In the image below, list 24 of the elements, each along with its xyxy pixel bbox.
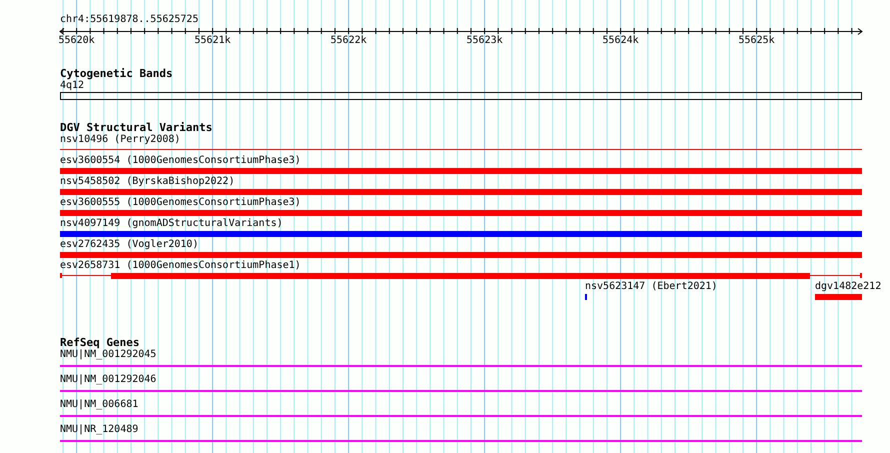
feature-label[interactable]: 4q12: [60, 80, 84, 91]
feature-label[interactable]: esv3600554 (1000GenomesConsortiumPhase3): [60, 155, 301, 166]
feature-label[interactable]: NMU|NM_001292046: [60, 374, 156, 385]
feature-label[interactable]: esv2658731 (1000GenomesConsortiumPhase1): [60, 260, 301, 271]
track-title: RefSeq Genes: [60, 337, 140, 349]
feature-label[interactable]: NMU|NM_006681: [60, 399, 138, 410]
tick-label: 55625k: [738, 35, 775, 47]
feature-label[interactable]: nsv10496 (Perry2008): [60, 134, 180, 145]
tick-label: 55623k: [466, 35, 503, 47]
feature-label[interactable]: nsv5623147 (Ebert2021): [585, 281, 718, 292]
feature-label[interactable]: dgv1482e212: [815, 281, 882, 292]
tick-label: 55620k: [58, 35, 95, 47]
feature-label[interactable]: NMU|NM_001292045: [60, 349, 156, 360]
locus-label: chr4:55619878..55625725: [60, 14, 198, 26]
feature-label[interactable]: esv3600555 (1000GenomesConsortiumPhase3): [60, 197, 301, 208]
tick-label: 55621k: [194, 35, 231, 47]
feature-label[interactable]: NMU|NR_120489: [60, 424, 138, 435]
feature-label[interactable]: nsv5458502 (ByrskaBishop2022): [60, 176, 235, 187]
feature-label[interactable]: nsv4097149 (gnomADStructuralVariants): [60, 218, 283, 229]
track-title: Cytogenetic Bands: [60, 68, 173, 80]
tick-label: 55622k: [330, 35, 367, 47]
track-title: DGV Structural Variants: [60, 122, 212, 134]
tick-label: 55624k: [602, 35, 639, 47]
feature-label[interactable]: esv2762435 (Vogler2010): [60, 239, 198, 250]
